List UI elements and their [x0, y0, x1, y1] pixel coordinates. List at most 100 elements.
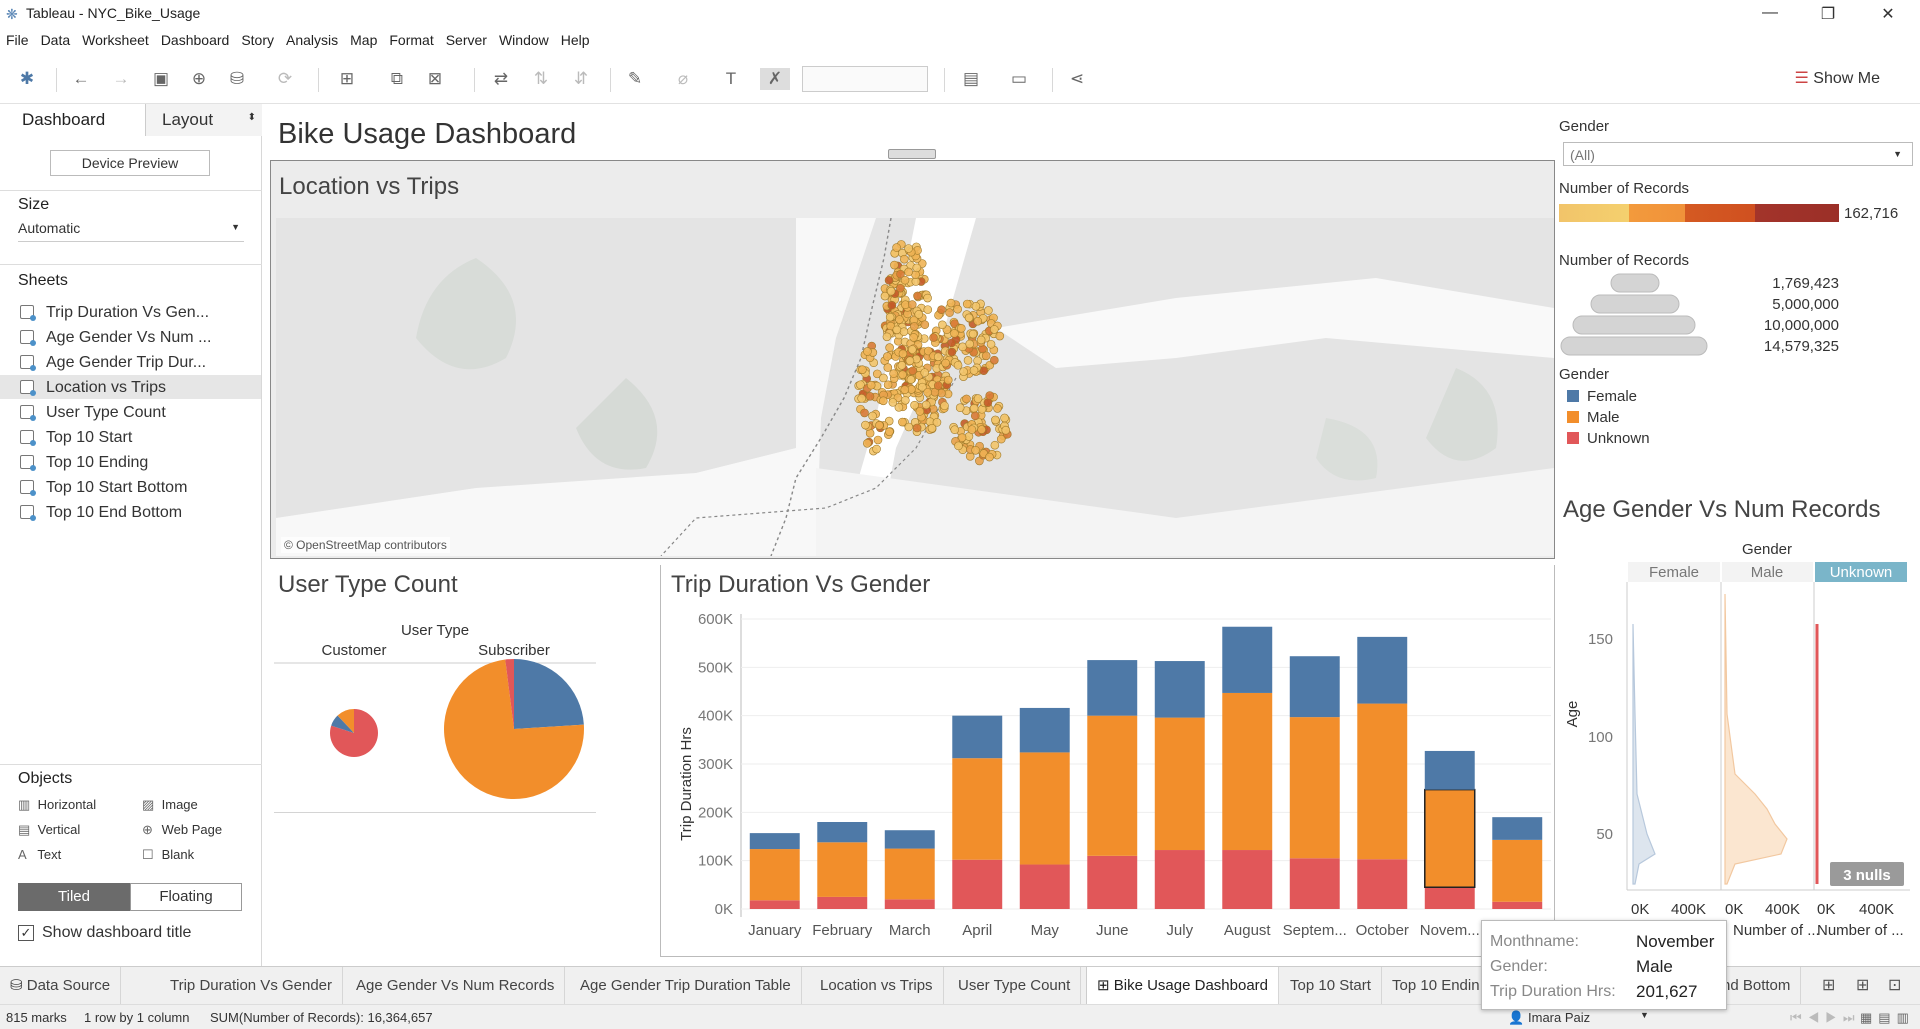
bar-segment-unknown[interactable] [884, 899, 935, 909]
sheet-item[interactable]: Location vs Trips [0, 375, 261, 399]
fix-axes-icon[interactable]: ✗ [760, 68, 790, 90]
trip-duration-bar-chart[interactable]: Trip Duration Hrs 0K 100K 200K 300K 400K 500K… [661, 609, 1554, 956]
tab-age-gender-records[interactable]: Age Gender Vs Num Records [346, 967, 566, 1005]
object-vertical[interactable]: ▤ Vertical [18, 822, 80, 838]
floating-button[interactable]: Floating [130, 883, 242, 911]
bar-segment-male[interactable] [1289, 717, 1340, 859]
bar-segment-male[interactable] [952, 758, 1003, 860]
menu-story[interactable]: Story [235, 28, 280, 48]
bar-segment-female[interactable] [749, 833, 800, 850]
bar-segment-unknown[interactable] [817, 896, 868, 909]
pie-slice-female[interactable] [514, 659, 584, 729]
bar-segment-male[interactable] [1154, 717, 1205, 851]
sort-ascending-icon[interactable]: ⇅ [530, 68, 552, 90]
show-title-checkbox[interactable]: ✓ [18, 925, 34, 941]
menu-data[interactable]: Data [35, 28, 77, 48]
new-worksheet-icon[interactable]: ⊞ [336, 68, 358, 90]
sheet-item[interactable]: Age Gender Vs Num ... [0, 325, 261, 349]
bar-segment-female[interactable] [1424, 750, 1475, 790]
object-blank[interactable]: ☐ Blank [142, 847, 194, 863]
menu-help[interactable]: Help [555, 28, 596, 48]
size-dropdown[interactable]: Automatic ▼ [18, 220, 244, 242]
bar-segment-female[interactable] [1222, 626, 1273, 693]
tab-trip-duration[interactable]: Trip Duration Vs Gender [160, 967, 344, 1005]
bar-segment-female[interactable] [817, 822, 868, 843]
object-horizontal[interactable]: ▥ Horizontal [18, 797, 96, 813]
tab-dashboard[interactable]: Dashboard [0, 104, 146, 136]
tab-navigation-icons[interactable]: ⏮◀▶⏭ [1790, 1010, 1861, 1026]
bar-segment-unknown[interactable] [1492, 901, 1543, 909]
object-text[interactable]: A Text [18, 847, 61, 862]
presentation-mode-icon[interactable]: ▭ [1008, 68, 1030, 90]
age-gender-area-chart[interactable]: Gender Female Male Unknown Age 150 100 5… [1555, 534, 1920, 940]
label-icon[interactable]: T [720, 68, 742, 90]
sheet-item[interactable]: Top 10 Start Bottom [0, 475, 261, 499]
legend-item-unknown[interactable]: Unknown [1567, 430, 1650, 447]
bar-segment-female[interactable] [1154, 661, 1205, 718]
minimize-button[interactable]: — [1750, 4, 1790, 24]
bar-segment-male[interactable] [749, 849, 800, 901]
sheet-item[interactable]: Top 10 End Bottom [0, 500, 261, 524]
bar-segment-unknown[interactable] [1357, 859, 1408, 909]
bar-segment-male[interactable] [1019, 752, 1070, 865]
highlight-icon[interactable]: ✎ [624, 68, 646, 90]
menu-dashboard[interactable]: Dashboard [155, 28, 236, 48]
bar-segment-male[interactable] [1424, 788, 1476, 888]
sheet-item[interactable]: User Type Count [0, 400, 261, 424]
tab-user-type[interactable]: User Type Count [948, 967, 1082, 1005]
show-me-button[interactable]: ☰ Show Me [1795, 68, 1881, 88]
menu-worksheet[interactable]: Worksheet [76, 28, 155, 48]
tableau-home-icon[interactable]: ✱ [16, 68, 38, 90]
undo-icon[interactable]: ← [70, 68, 92, 90]
bar-segment-unknown[interactable] [1222, 850, 1273, 909]
bar-segment-female[interactable] [1019, 707, 1070, 753]
close-button[interactable]: ✕ [1868, 4, 1908, 24]
bar-segment-male[interactable] [884, 848, 935, 900]
bar-segment-female[interactable] [1492, 817, 1543, 840]
sort-descending-icon[interactable]: ⇵ [570, 68, 592, 90]
bar-segment-male[interactable] [1492, 839, 1543, 902]
object-image[interactable]: ▨ Image [142, 797, 198, 813]
swap-icon[interactable]: ⇄ [490, 68, 512, 90]
refresh-icon[interactable]: ⟳ [274, 68, 296, 90]
bar-segment-female[interactable] [1087, 660, 1138, 716]
legend-item-female[interactable]: Female [1567, 388, 1637, 405]
tab-age-gender-table[interactable]: Age Gender Trip Duration Table [570, 967, 802, 1005]
sheet-item[interactable]: Trip Duration Vs Gen... [0, 300, 261, 324]
menu-analysis[interactable]: Analysis [280, 28, 344, 48]
add-datasource-icon[interactable]: ⊕ [188, 68, 210, 90]
chevron-down-icon[interactable]: ▼ [1640, 1010, 1649, 1020]
object-web-page[interactable]: ⊕ Web Page [142, 822, 222, 838]
map-zone[interactable]: Location vs Trips © OpenStreetMap contri… [270, 160, 1555, 559]
bar-segment-unknown[interactable] [1424, 887, 1475, 909]
tab-data-source[interactable]: ⛁ Data Source [0, 967, 122, 1005]
view-toggle-icons[interactable]: ▦▤▥ [1860, 1010, 1915, 1026]
nyc-map[interactable] [276, 218, 1554, 556]
bar-segment-female[interactable] [1357, 636, 1408, 704]
sheet-item[interactable]: Top 10 Start [0, 425, 261, 449]
gender-filter-dropdown[interactable]: (All) ▼ [1563, 142, 1913, 166]
menu-window[interactable]: Window [493, 28, 555, 48]
save-icon[interactable]: ▣ [150, 68, 172, 90]
pause-updates-icon[interactable]: ⛁ [226, 68, 248, 90]
tab-layout[interactable]: Layout ⬍ [146, 104, 262, 136]
group-icon[interactable]: ⌀ [672, 68, 694, 90]
share-icon[interactable]: ⋖ [1066, 68, 1088, 90]
pie-slices[interactable] [330, 659, 584, 799]
menu-map[interactable]: Map [344, 28, 383, 48]
tab-top-10-start[interactable]: Top 10 Start [1280, 967, 1382, 1005]
user-type-pie-chart[interactable]: User Type Customer Subscriber [270, 613, 596, 813]
sheet-item[interactable]: Age Gender Trip Dur... [0, 350, 261, 374]
bar-segment-unknown[interactable] [1019, 864, 1070, 909]
tab-bike-usage-dashboard[interactable]: ⊞ Bike Usage Dashboard [1086, 967, 1280, 1005]
bar-segment-male[interactable] [1357, 703, 1408, 860]
bar-segment-unknown[interactable] [952, 859, 1003, 909]
bar-segment-female[interactable] [952, 715, 1003, 759]
menu-file[interactable]: File [0, 28, 35, 48]
bars[interactable] [749, 626, 1543, 909]
bar-segment-unknown[interactable] [1154, 850, 1205, 909]
tiled-button[interactable]: Tiled [18, 883, 130, 911]
menu-server[interactable]: Server [440, 28, 493, 48]
new-dashboard-tab-icon[interactable]: ⊞ [1856, 975, 1869, 995]
bar-segment-unknown[interactable] [1289, 858, 1340, 909]
